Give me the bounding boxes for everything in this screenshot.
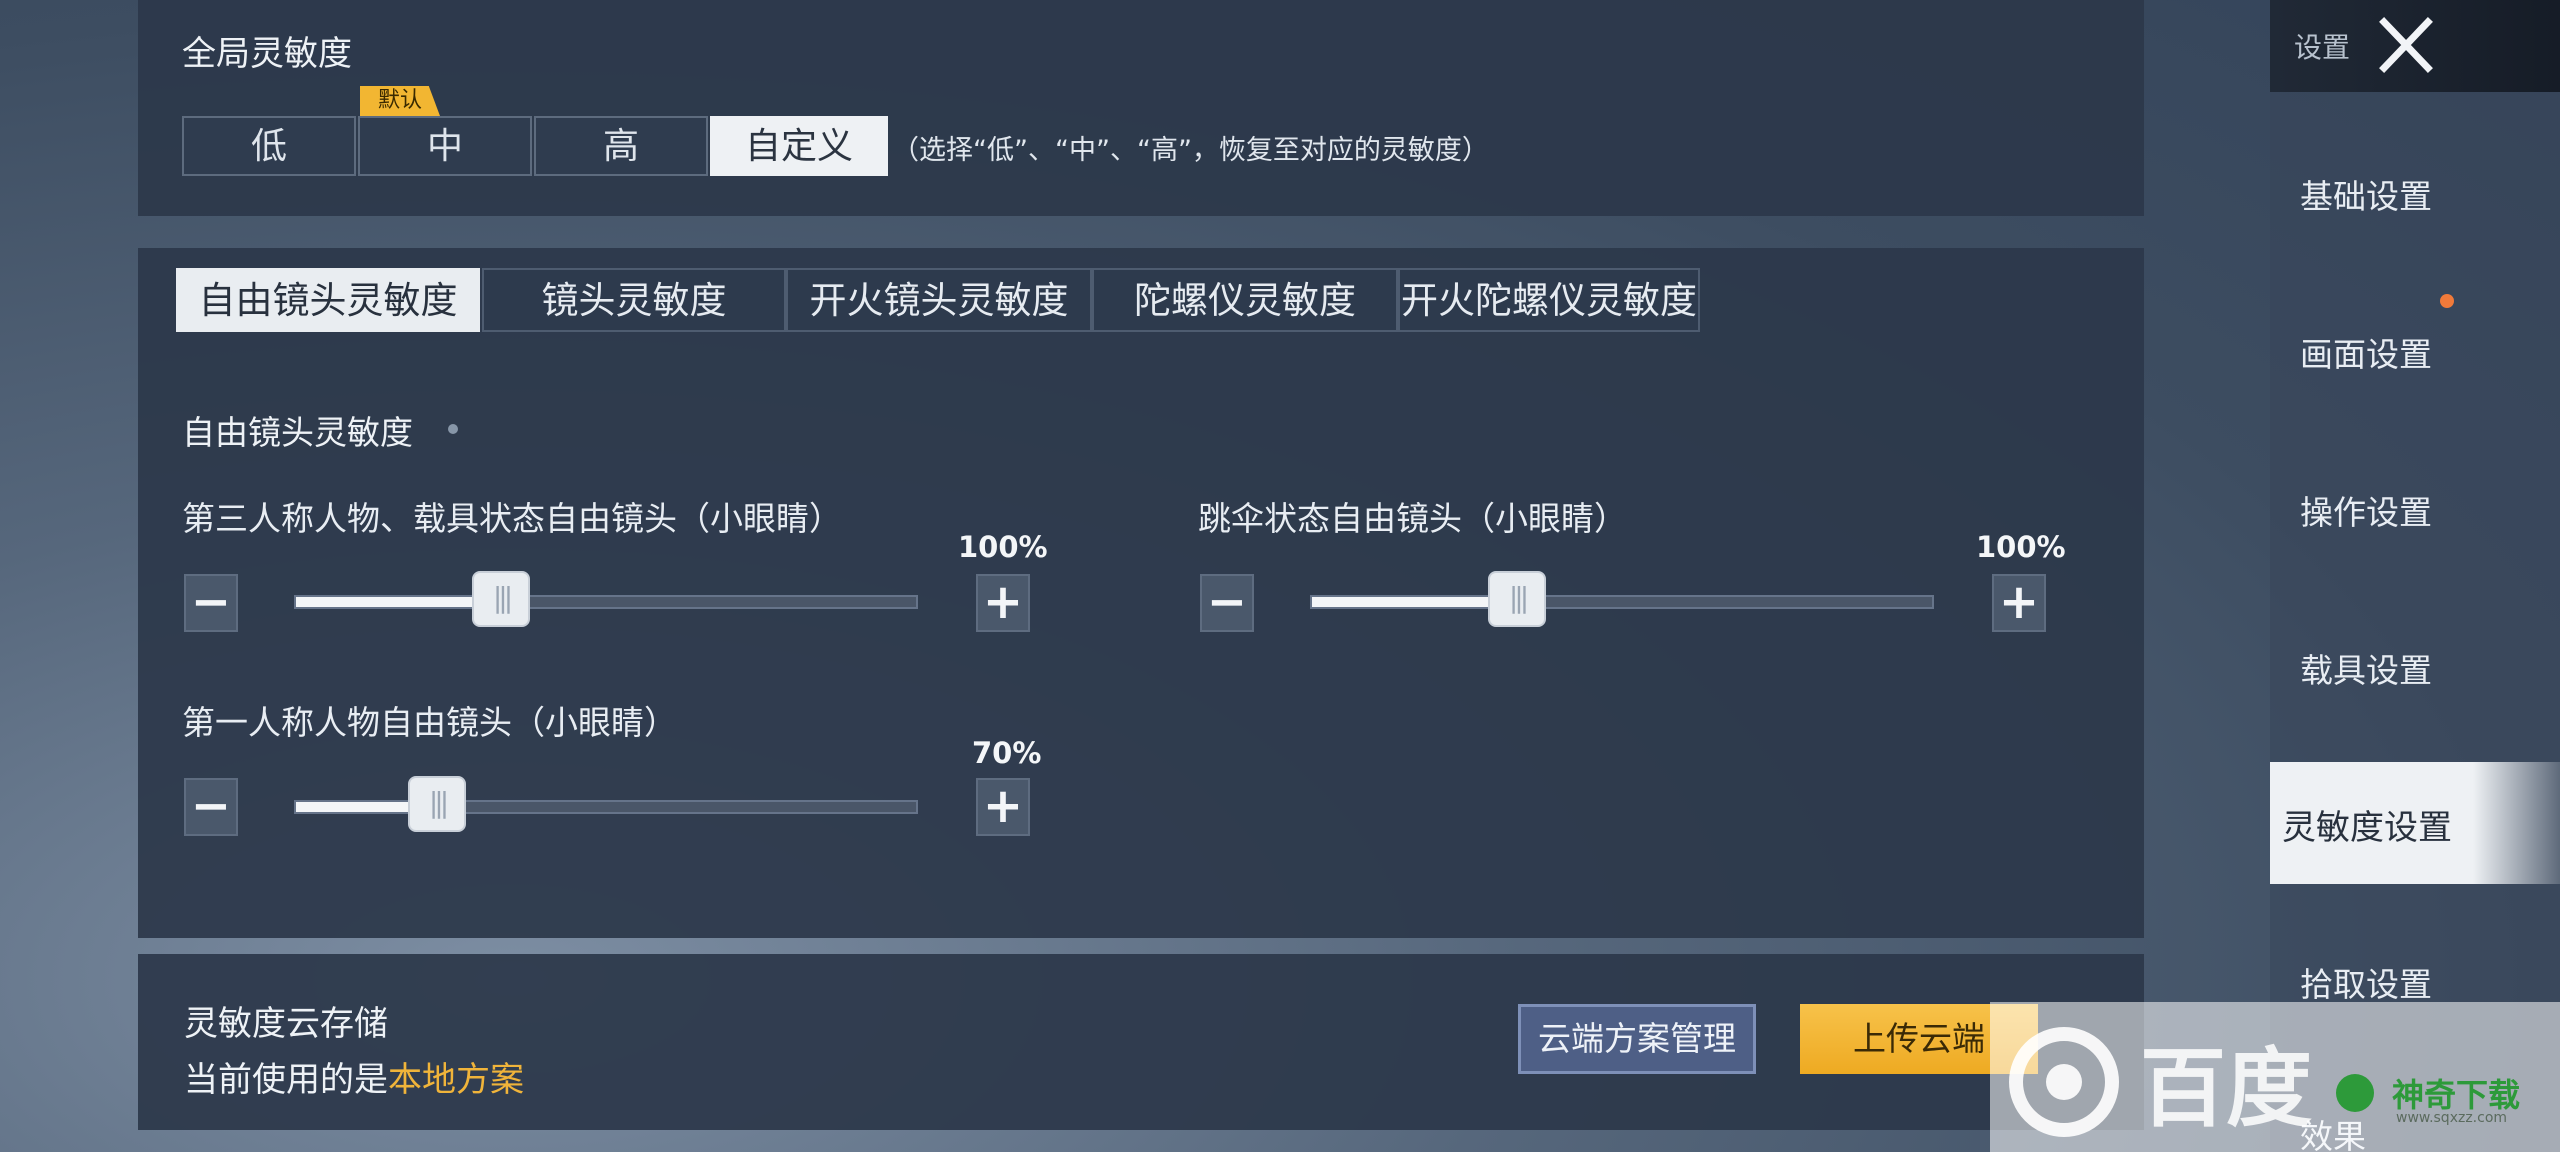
sidebar-item-pickup[interactable]: 拾取设置: [2300, 958, 2432, 1006]
settings-title: 设置: [2294, 31, 2351, 64]
current-plan: 当前使用的是本地方案: [184, 1052, 524, 1101]
sidebar-item-vehicle[interactable]: 载具设置: [2300, 644, 2432, 692]
slider-track[interactable]: |||: [1310, 571, 1934, 627]
tab-gyroscope[interactable]: 陀螺仪灵敏度: [1092, 268, 1398, 332]
slider-label: 第三人称人物、载具状态自由镜头（小眼睛）: [182, 499, 842, 538]
current-plan-value: 本地方案: [388, 1060, 524, 1100]
current-plan-prefix: 当前使用的是: [184, 1060, 388, 1100]
watermark-logo-icon: [2006, 1012, 2126, 1138]
slider-track[interactable]: |||: [294, 571, 918, 627]
watermark-site-url: www.sqxzz.com: [2396, 1110, 2508, 1126]
close-icon[interactable]: [2374, 14, 2438, 76]
cloud-manage-button[interactable]: 云端方案管理: [1518, 1004, 1756, 1074]
sidebar-item-basic[interactable]: 基础设置: [2300, 170, 2432, 218]
preset-custom-button[interactable]: 自定义: [710, 116, 888, 176]
slider-thumb[interactable]: |||: [472, 571, 530, 627]
decrease-button[interactable]: −: [184, 574, 238, 632]
tab-fire-gyroscope[interactable]: 开火陀螺仪灵敏度: [1398, 268, 1700, 332]
increase-button[interactable]: +: [976, 574, 1030, 632]
slider-track[interactable]: |||: [294, 776, 918, 832]
section-title: 自由镜头灵敏度: [182, 413, 413, 452]
info-dot-icon: [448, 424, 458, 434]
watermark-text: 百度: [2140, 1039, 2312, 1139]
increase-button[interactable]: +: [1992, 574, 2046, 632]
watermark-site-icon: [2336, 1074, 2374, 1112]
preset-high-button[interactable]: 高: [534, 116, 708, 176]
slider-label: 跳伞状态自由镜头（小眼睛）: [1198, 499, 1627, 538]
sidebar-item-graphics[interactable]: 画面设置: [2300, 328, 2432, 376]
tab-free-camera[interactable]: 自由镜头灵敏度: [176, 268, 480, 332]
cloud-storage-title: 灵敏度云存储: [184, 1004, 388, 1044]
notification-dot: [2440, 294, 2454, 308]
tab-camera[interactable]: 镜头灵敏度: [482, 268, 786, 332]
sidebar-item-sensitivity[interactable]: 灵敏度设置: [2282, 800, 2452, 849]
preset-hint: （选择“低”、“中”、“高”，恢复至对应的灵敏度）: [892, 135, 1489, 166]
tab-fire-camera[interactable]: 开火镜头灵敏度: [786, 268, 1092, 332]
increase-button[interactable]: +: [976, 778, 1030, 836]
preset-medium-button[interactable]: 中: [358, 116, 532, 176]
sidebar-item-controls[interactable]: 操作设置: [2300, 486, 2432, 534]
slider-value: 70%: [972, 736, 1042, 770]
slider-thumb[interactable]: |||: [1488, 571, 1546, 627]
global-sensitivity-title: 全局灵敏度: [182, 34, 352, 74]
default-badge: 默认: [360, 86, 440, 116]
decrease-button[interactable]: −: [1200, 574, 1254, 632]
decrease-button[interactable]: −: [184, 778, 238, 836]
preset-low-button[interactable]: 低: [182, 116, 356, 176]
global-sensitivity-panel: [138, 0, 2144, 216]
slider-label: 第一人称人物自由镜头（小眼睛）: [182, 703, 677, 742]
slider-value: 100%: [1976, 530, 2066, 564]
sensitivity-panel: [138, 248, 2144, 938]
slider-thumb[interactable]: |||: [408, 776, 466, 832]
slider-value: 100%: [958, 530, 1048, 564]
